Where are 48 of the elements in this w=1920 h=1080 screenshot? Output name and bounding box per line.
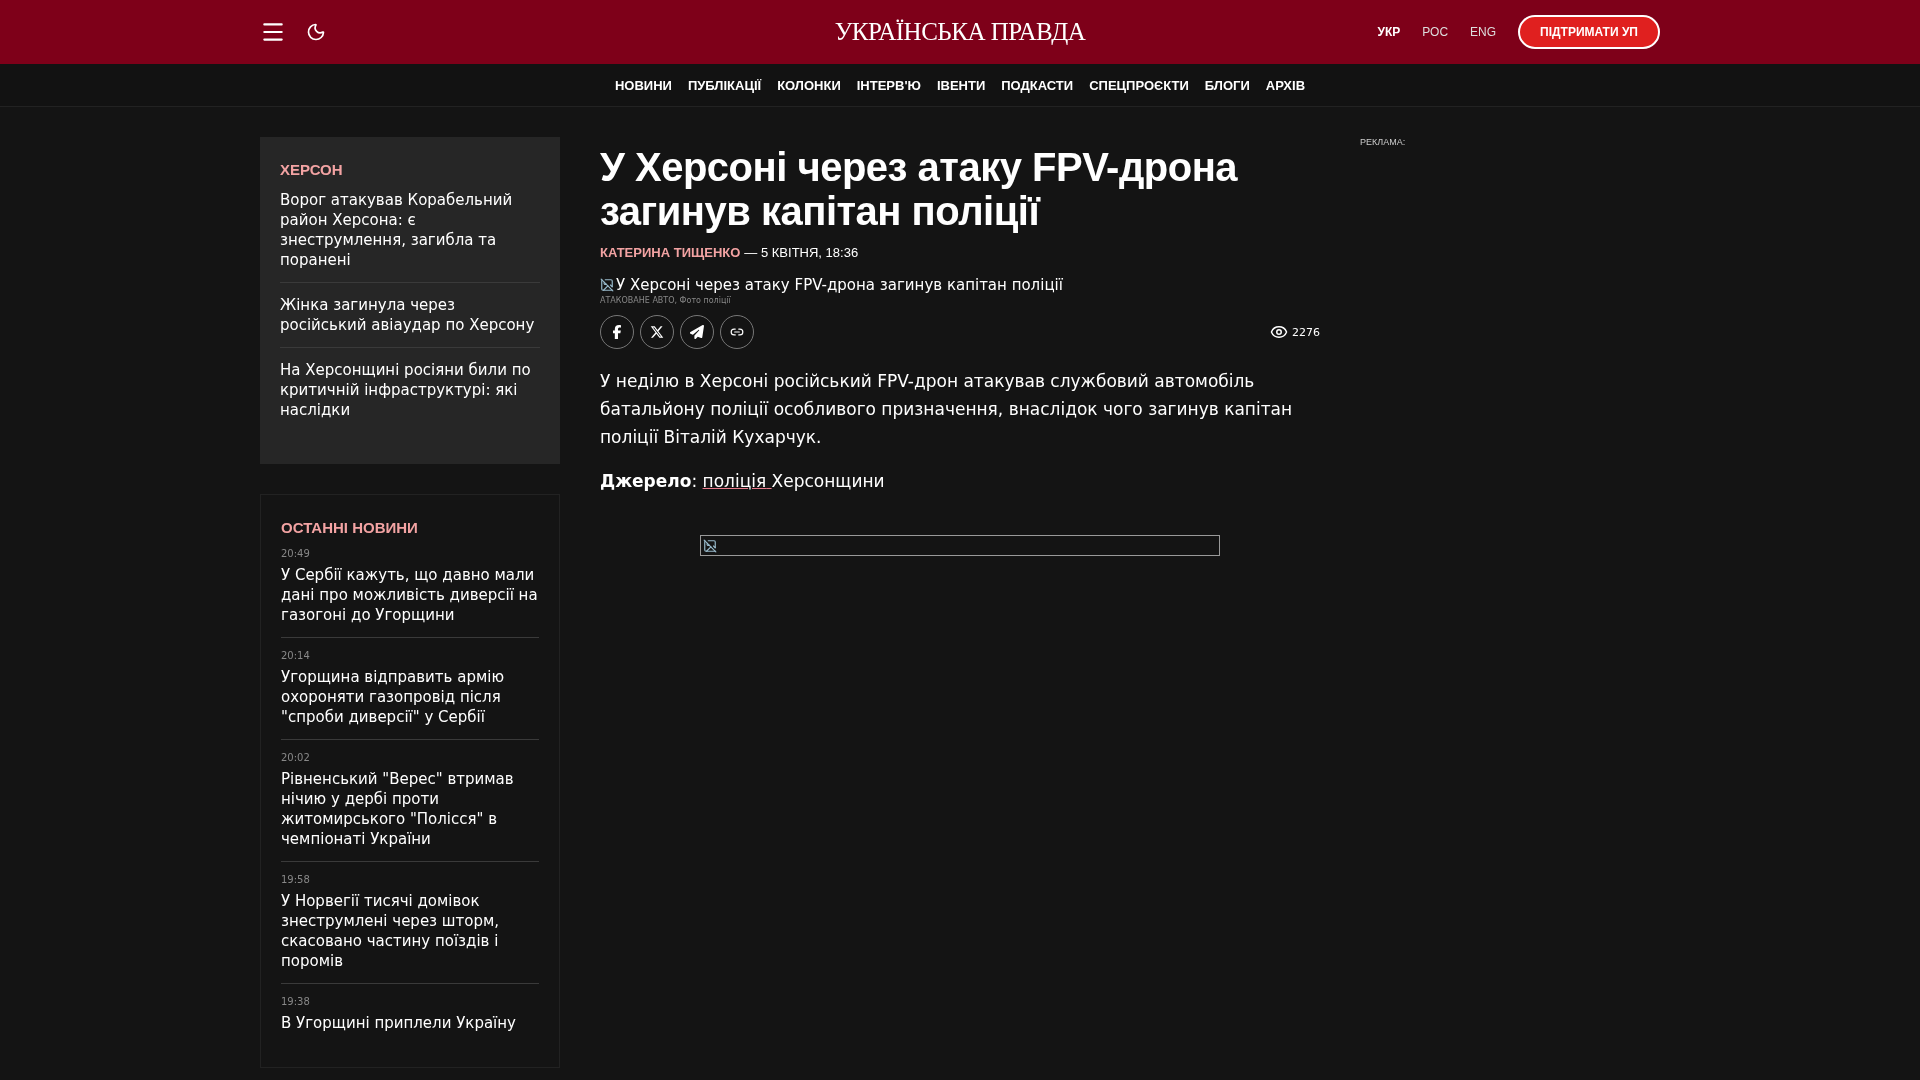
image-caption: АТАКОВАНЕ АВТО, Фото поліції bbox=[600, 296, 732, 305]
dark-mode-button[interactable] bbox=[306, 22, 326, 42]
eye-icon bbox=[1270, 323, 1288, 341]
news-link[interactable]: На Херсонщині росіяни били по критичній інфраструктурі: які наслідки bbox=[280, 360, 540, 420]
paper-plane-icon bbox=[690, 325, 704, 339]
letter-f-icon bbox=[610, 325, 624, 339]
news-time: 19:38 bbox=[281, 996, 311, 1007]
moon-icon bbox=[306, 22, 326, 42]
nav-link[interactable]: ІНТЕРВ'Ю bbox=[856, 77, 921, 93]
nav-link[interactable]: НОВИНИ bbox=[614, 77, 672, 93]
language-link[interactable]: ENG bbox=[1470, 25, 1497, 39]
nav-link[interactable]: СПЕЦПРОЄКТИ bbox=[1089, 77, 1189, 93]
article-paragraph: У неділю в Херсоні російський FPV-дрон атакував службовий автомобіль батальйону поліції особливого призначення, внаслідок чого загинув капітан поліції Віталій Кухарчук. bbox=[600, 370, 1294, 449]
image-alt-text: У Херсоні через атаку FPV-дрона загинув капітан поліції bbox=[616, 276, 1063, 294]
site-logo[interactable]: УКРАЇНСЬКА ПРАВДА bbox=[834, 18, 1086, 46]
news-link[interactable]: Жінка загинула через російський авіаудар по Херсону bbox=[280, 295, 540, 335]
article-date: — 5 КВІТНЯ, 18:36 bbox=[744, 245, 859, 260]
news-link[interactable]: В Угорщині приплели Україну bbox=[281, 1013, 539, 1033]
news-time: 20:14 bbox=[281, 650, 311, 661]
news-link[interactable]: У Норвегії тисячі домівок знеструмлені через шторм, скасовано частину поїздів і поромів bbox=[281, 891, 539, 971]
letter-x-icon bbox=[650, 325, 664, 339]
news-link[interactable]: Ворог атакував Корабельний район Херсона: є знеструмлення, загибла та поранені bbox=[280, 190, 540, 270]
language-link[interactable]: УКР bbox=[1377, 25, 1401, 39]
broken-image-icon bbox=[703, 538, 717, 553]
link-icon bbox=[730, 325, 744, 339]
view-count: 2276 bbox=[1292, 325, 1320, 339]
language-link[interactable]: РОС bbox=[1422, 25, 1449, 39]
author-link[interactable]: КАТЕРИНА ТИЩЕНКО bbox=[600, 245, 741, 260]
broken-image-icon bbox=[600, 278, 614, 292]
news-link[interactable]: У Сербії кажуть, що давно мали дані про можливість диверсії на газогоні до Угорщини bbox=[281, 565, 539, 625]
block-title: ХЕРСОН bbox=[280, 161, 344, 178]
nav-link[interactable]: КОЛОНКИ bbox=[777, 77, 841, 93]
ad-label: РЕКЛАМА: bbox=[1360, 137, 1406, 149]
nav-link[interactable]: ІВЕНТИ bbox=[936, 77, 986, 93]
news-time: 20:49 bbox=[281, 548, 311, 559]
news-link[interactable]: Рівненський "Верес" втримав нічию у дербі проти житомирського "Полісся" в чемпіонаті України bbox=[281, 769, 539, 849]
support-button[interactable]: ПІДТРИМАТИ УП bbox=[1518, 15, 1660, 49]
news-time: 20:02 bbox=[281, 752, 311, 763]
block-title: ОСТАННІ НОВИНИ bbox=[281, 519, 419, 536]
source-line: Джерело: поліція Херсонщини bbox=[600, 470, 886, 493]
nav-link[interactable]: ПОДКАСТИ bbox=[1001, 77, 1074, 93]
nav-link[interactable]: АРХІВ bbox=[1265, 77, 1306, 93]
nav-link[interactable]: ПУБЛІКАЦІЇ bbox=[687, 77, 762, 93]
source-link[interactable]: поліція bbox=[702, 471, 772, 491]
news-link[interactable]: Угорщина відправить армію охороняти газопровід після "спроби диверсії" у Сербії bbox=[281, 667, 539, 727]
article-title: У Херсоні через атаку FPV-дрона загинув капітан поліції bbox=[600, 145, 1239, 233]
nav-link[interactable]: БЛОГИ bbox=[1204, 77, 1250, 93]
news-time: 19:58 bbox=[281, 874, 311, 885]
